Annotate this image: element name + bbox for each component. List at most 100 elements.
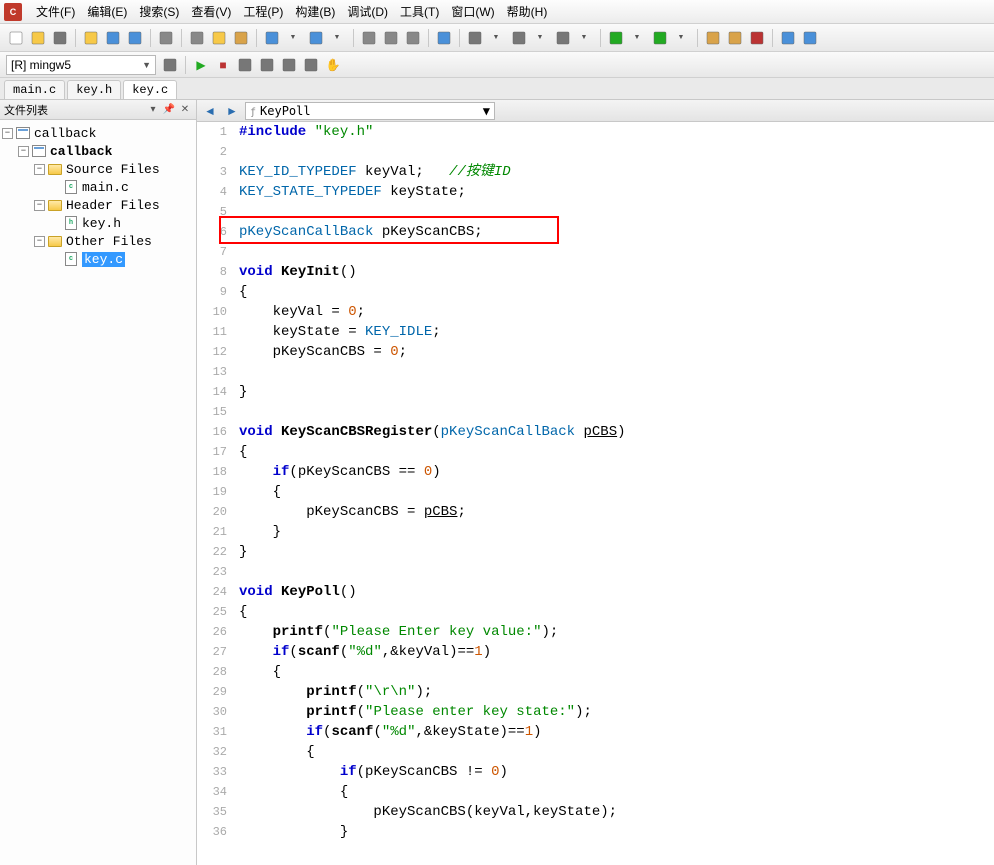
replace-button[interactable] bbox=[403, 28, 423, 48]
stop-export-button[interactable] bbox=[747, 28, 767, 48]
breakpoint-button[interactable] bbox=[301, 55, 321, 75]
code-line-35[interactable]: 35 pKeyScanCBS(keyVal,keyState); bbox=[197, 802, 994, 822]
code-line-13[interactable]: 13 bbox=[197, 362, 994, 382]
copy2-button[interactable] bbox=[209, 28, 229, 48]
menu-0[interactable]: 文件(F) bbox=[30, 0, 81, 23]
tool-c-dd-button[interactable]: ▼ bbox=[575, 28, 595, 48]
code-line-19[interactable]: 19 { bbox=[197, 482, 994, 502]
code-line-34[interactable]: 34 { bbox=[197, 782, 994, 802]
forward-dd-button[interactable]: ▼ bbox=[672, 28, 692, 48]
code-line-23[interactable]: 23 bbox=[197, 562, 994, 582]
cfg-button[interactable] bbox=[160, 55, 180, 75]
code-line-10[interactable]: 10 keyVal = 0; bbox=[197, 302, 994, 322]
save-button[interactable] bbox=[103, 28, 123, 48]
tree-expander[interactable]: − bbox=[34, 164, 45, 175]
tree-expander[interactable]: − bbox=[34, 200, 45, 211]
tree-project[interactable]: −callback bbox=[2, 142, 194, 160]
back-button[interactable] bbox=[606, 28, 626, 48]
tree-folder-header-files[interactable]: −Header Files bbox=[2, 196, 194, 214]
code-line-5[interactable]: 5 bbox=[197, 202, 994, 222]
code-line-30[interactable]: 30 printf("Please enter key state:"); bbox=[197, 702, 994, 722]
redo-button[interactable] bbox=[306, 28, 326, 48]
open-dropdown-button[interactable] bbox=[50, 28, 70, 48]
print-button[interactable] bbox=[156, 28, 176, 48]
save-all-button[interactable] bbox=[125, 28, 145, 48]
project-tree[interactable]: −callback−callback−Source Filescmain.c−H… bbox=[0, 120, 196, 865]
code-line-6[interactable]: 6pKeyScanCallBack pKeyScanCBS; bbox=[197, 222, 994, 242]
code-line-16[interactable]: 16void KeyScanCBSRegister(pKeyScanCallBa… bbox=[197, 422, 994, 442]
code-line-32[interactable]: 32 { bbox=[197, 742, 994, 762]
menu-8[interactable]: 窗口(W) bbox=[445, 0, 500, 23]
export-button[interactable] bbox=[703, 28, 723, 48]
tool-b-button[interactable] bbox=[509, 28, 529, 48]
menu-3[interactable]: 查看(V) bbox=[185, 0, 237, 23]
open-button[interactable] bbox=[28, 28, 48, 48]
menu-6[interactable]: 调试(D) bbox=[341, 0, 394, 23]
nav-back-button[interactable]: ◄ bbox=[201, 102, 219, 120]
menu-4[interactable]: 工程(P) bbox=[237, 0, 289, 23]
copy-button[interactable] bbox=[81, 28, 101, 48]
undo-dd-button[interactable]: ▼ bbox=[284, 28, 304, 48]
menu-1[interactable]: 编辑(E) bbox=[81, 0, 133, 23]
back-dd-button[interactable]: ▼ bbox=[628, 28, 648, 48]
code-line-1[interactable]: 1#include "key.h" bbox=[197, 122, 994, 142]
paste-button[interactable] bbox=[231, 28, 251, 48]
code-line-14[interactable]: 14} bbox=[197, 382, 994, 402]
code-line-33[interactable]: 33 if(pKeyScanCBS != 0) bbox=[197, 762, 994, 782]
code-line-28[interactable]: 28 { bbox=[197, 662, 994, 682]
function-selector[interactable]: ƒKeyPoll ▼ bbox=[245, 102, 495, 120]
nav-forward-button[interactable]: ► bbox=[223, 102, 241, 120]
hand-button[interactable]: ✋ bbox=[323, 55, 343, 75]
export2-button[interactable] bbox=[725, 28, 745, 48]
tree-expander[interactable]: − bbox=[34, 236, 45, 247]
code-line-21[interactable]: 21 } bbox=[197, 522, 994, 542]
code-line-2[interactable]: 2 bbox=[197, 142, 994, 162]
code-line-12[interactable]: 12 pKeyScanCBS = 0; bbox=[197, 342, 994, 362]
code-line-8[interactable]: 8void KeyInit() bbox=[197, 262, 994, 282]
redo-dd-button[interactable]: ▼ bbox=[328, 28, 348, 48]
step-into-button[interactable] bbox=[257, 55, 277, 75]
code-line-7[interactable]: 7 bbox=[197, 242, 994, 262]
forward-button[interactable] bbox=[650, 28, 670, 48]
close-icon[interactable]: ✕ bbox=[178, 103, 192, 117]
code-line-31[interactable]: 31 if(scanf("%d",&keyState)==1) bbox=[197, 722, 994, 742]
tree-folder-source-files[interactable]: −Source Files bbox=[2, 160, 194, 178]
tree-expander[interactable]: − bbox=[18, 146, 29, 157]
tree-file-main-c[interactable]: cmain.c bbox=[2, 178, 194, 196]
code-line-29[interactable]: 29 printf("\r\n"); bbox=[197, 682, 994, 702]
tree-file-key-h[interactable]: hkey.h bbox=[2, 214, 194, 232]
code-line-11[interactable]: 11 keyState = KEY_IDLE; bbox=[197, 322, 994, 342]
dropdown-icon[interactable]: ▾ bbox=[146, 103, 160, 117]
cut-button[interactable] bbox=[187, 28, 207, 48]
file-tab-key-c[interactable]: key.c bbox=[123, 80, 177, 99]
undo-button[interactable] bbox=[262, 28, 282, 48]
code-line-36[interactable]: 36 } bbox=[197, 822, 994, 842]
step-over-button[interactable] bbox=[235, 55, 255, 75]
file-tab-main-c[interactable]: main.c bbox=[4, 80, 65, 99]
code-line-17[interactable]: 17{ bbox=[197, 442, 994, 462]
tool-a-dd-button[interactable]: ▼ bbox=[487, 28, 507, 48]
find-button[interactable] bbox=[359, 28, 379, 48]
bookmark-button[interactable] bbox=[434, 28, 454, 48]
run-button[interactable]: ▶ bbox=[191, 55, 211, 75]
code-line-25[interactable]: 25{ bbox=[197, 602, 994, 622]
code-line-15[interactable]: 15 bbox=[197, 402, 994, 422]
code-editor[interactable]: 1#include "key.h"23KEY_ID_TYPEDEF keyVal… bbox=[197, 122, 994, 865]
pin-icon[interactable]: 📌 bbox=[162, 103, 176, 117]
tree-folder-other-files[interactable]: −Other Files bbox=[2, 232, 194, 250]
new-file-button[interactable] bbox=[6, 28, 26, 48]
tool-b-dd-button[interactable]: ▼ bbox=[531, 28, 551, 48]
code-line-22[interactable]: 22} bbox=[197, 542, 994, 562]
menu-7[interactable]: 工具(T) bbox=[394, 0, 445, 23]
build-config-combo[interactable]: [R] mingw5 ▼ bbox=[6, 55, 156, 75]
tool-c-button[interactable] bbox=[553, 28, 573, 48]
menu-9[interactable]: 帮助(H) bbox=[501, 0, 554, 23]
menu-5[interactable]: 构建(B) bbox=[289, 0, 341, 23]
tool-a-button[interactable] bbox=[465, 28, 485, 48]
info-button[interactable] bbox=[800, 28, 820, 48]
tree-workspace[interactable]: −callback bbox=[2, 124, 194, 142]
stop-button[interactable]: ■ bbox=[213, 55, 233, 75]
code-line-18[interactable]: 18 if(pKeyScanCBS == 0) bbox=[197, 462, 994, 482]
file-tab-key-h[interactable]: key.h bbox=[67, 80, 121, 99]
find-next-button[interactable] bbox=[381, 28, 401, 48]
